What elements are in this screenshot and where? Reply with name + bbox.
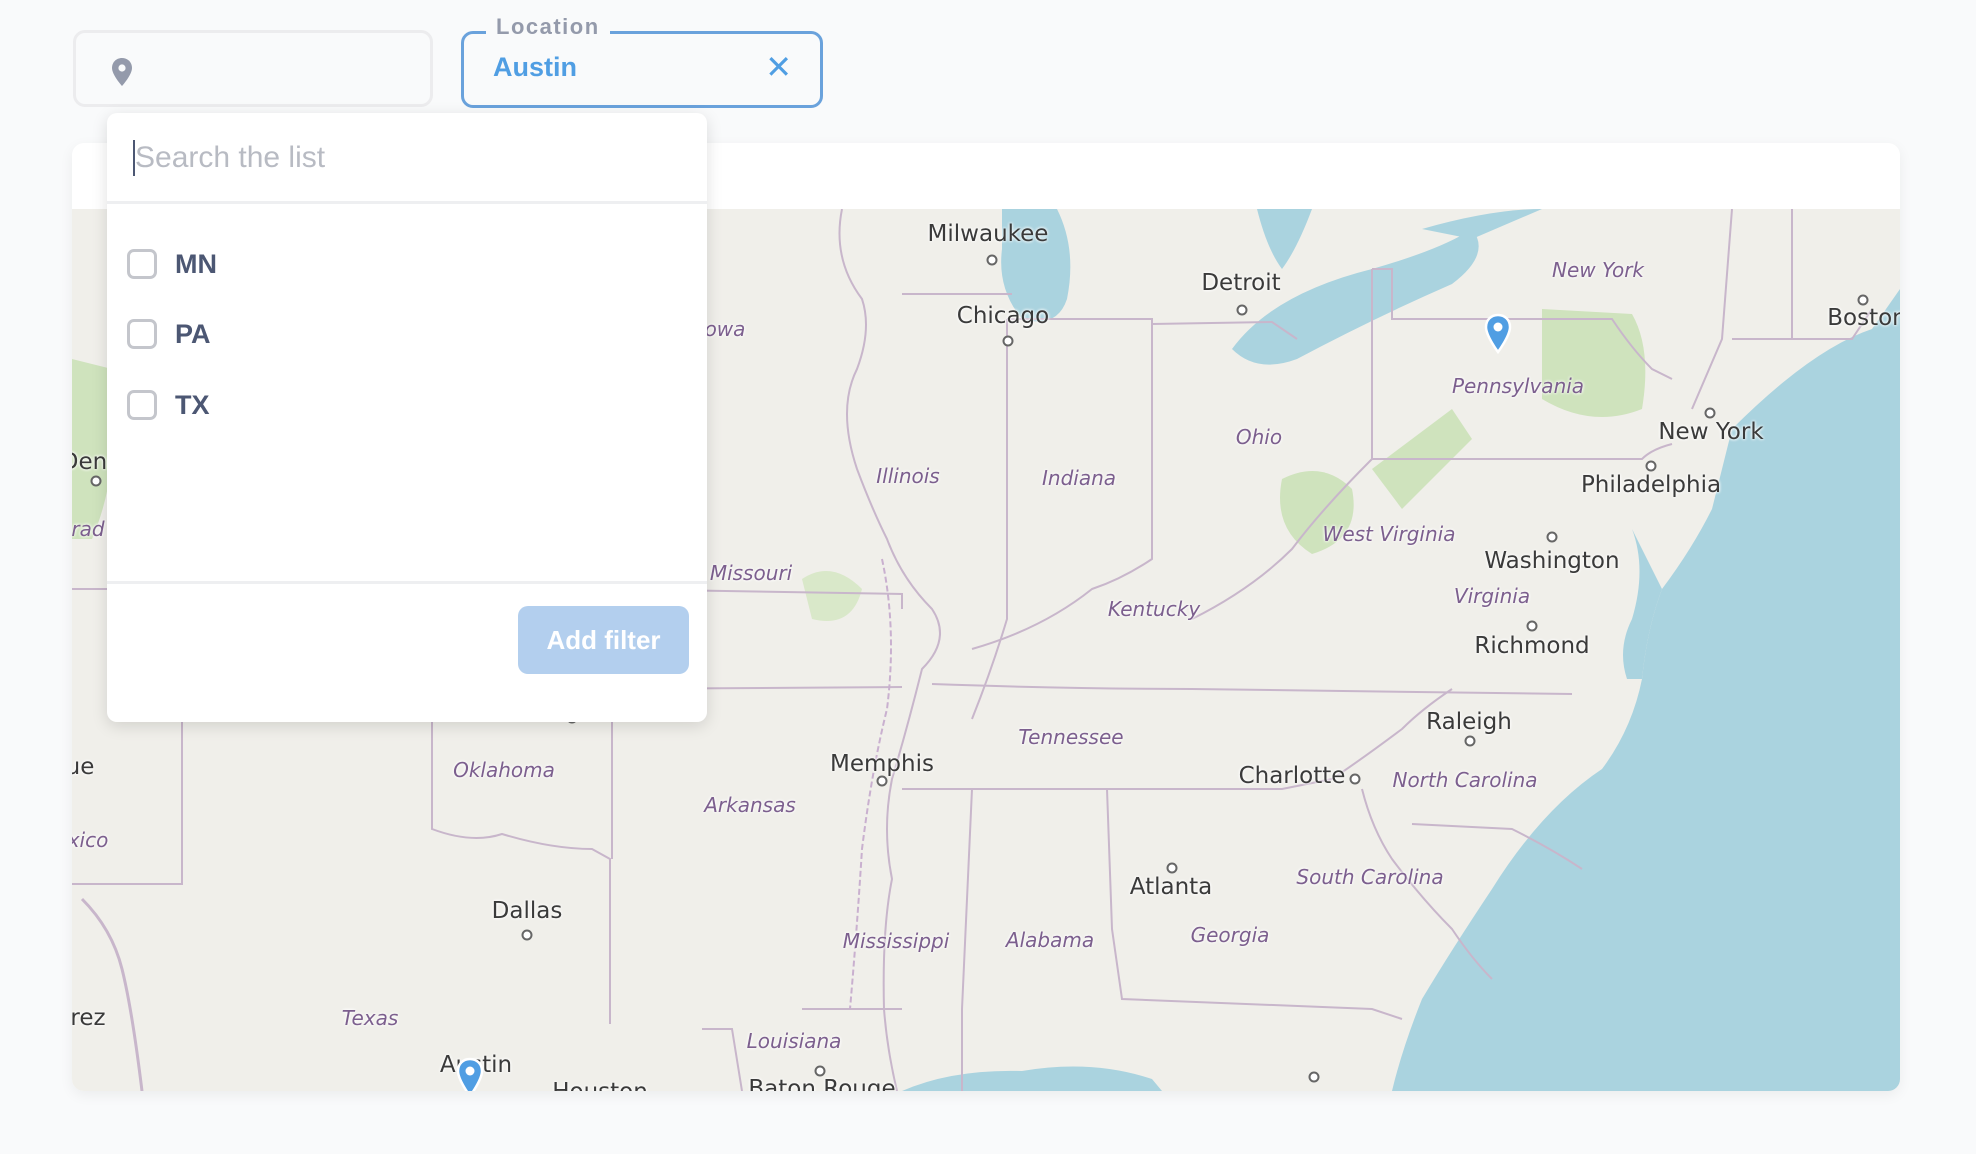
checkbox[interactable] [127,390,157,420]
map-label-state: Illinois [876,464,940,488]
option-label: PA [175,318,211,349]
map-label-state: South Carolina [1296,865,1444,889]
city-dot [1236,304,1248,316]
atlantic-ocean [1392,289,1900,1091]
city-dot [1704,407,1716,419]
search-input[interactable] [133,137,677,179]
map-label-city: Charlotte [1238,763,1346,789]
map-label-city: Baton Rouge [748,1076,896,1091]
location-filter-value: Austin [493,52,577,82]
city-dot [1546,531,1558,543]
map-label-state: Ohio [1235,425,1283,449]
gulf-of-mexico [902,1066,1162,1091]
map-label-state: Texas [341,1006,399,1030]
lake-huron [1257,209,1312,269]
checkbox[interactable] [127,249,157,279]
map-label-state: rad [72,517,105,541]
location-filter-popover: MN PA TX Add filter [107,113,707,722]
city-dot [876,775,888,787]
city-dot [986,254,998,266]
text-caret [133,140,135,176]
map-label-state: Indiana [1041,466,1117,490]
city-dot [1526,620,1538,632]
map-label-state: Mississippi [842,929,950,953]
map-label-city: Atlanta [1129,874,1213,900]
popover-footer: Add filter [107,581,707,722]
option-label: TX [175,389,210,420]
option-mn[interactable]: MN [127,239,217,289]
city-dot [1349,773,1361,785]
map-label-city: Raleigh [1426,709,1512,735]
map-label-city: rez [72,1005,106,1031]
close-icon[interactable]: ✕ [765,48,792,86]
forest-mo [802,571,862,621]
map-label-state: Georgia [1190,923,1270,947]
map-label-city: Philadelphia [1580,472,1722,498]
map-label-state: West Virginia [1322,522,1456,546]
map-label-state: Missouri [709,561,793,585]
option-label: MN [175,248,217,279]
map-label-state: Oklahoma [453,758,555,782]
map-label-city: New York [1658,419,1764,445]
list-search [107,113,707,204]
city-dot [521,929,533,941]
map-label-state: New York [1551,258,1645,282]
lake-ontario [1422,209,1542,239]
city-dot [90,475,102,487]
map-label-city: Houston [552,1079,648,1091]
location-filter-empty[interactable] [73,30,433,107]
map-label-state: North Carolina [1392,768,1538,792]
map-label-city: Washington [1484,548,1620,574]
map-label-state: xico [72,828,109,852]
location-filter-label: Location [486,14,610,40]
map-label-city: Chicago [956,303,1050,329]
map-label-city: Dallas [491,898,563,924]
map-label-state: Tennessee [1018,725,1124,749]
map-label-city: Detroit [1201,270,1281,296]
map-label-state: Virginia [1453,584,1531,608]
map-label-state: Alabama [1005,928,1095,952]
map-label-state: Arkansas [704,793,796,817]
city-dot [814,1065,826,1077]
city-dot [1464,735,1476,747]
location-pin-icon [112,58,132,86]
map-label-city: Milwaukee [927,221,1049,247]
city-dot [1645,460,1657,472]
map-label-state: Louisiana [746,1029,842,1053]
map-label-city: Memphis [830,751,934,777]
location-filter[interactable]: Location Austin ✕ [461,14,823,108]
map-label-state: Kentucky [1107,597,1201,621]
lake-erie [1232,229,1479,365]
city-dot [1857,294,1869,306]
map-label-city: Boston [1827,305,1900,331]
option-tx[interactable]: TX [127,380,210,430]
city-dot [1308,1071,1320,1083]
map-label-state: owa [704,317,746,341]
city-dot [1166,862,1178,874]
map-label-city: Den [72,449,108,475]
map-marker-pennsylvania[interactable] [1483,313,1513,355]
map-marker-austin[interactable] [455,1057,485,1091]
forest-pa [1542,309,1646,417]
city-dot [1002,335,1014,347]
add-filter-button[interactable]: Add filter [518,606,689,674]
map-label-city: Richmond [1474,633,1590,659]
option-pa[interactable]: PA [127,309,211,359]
map-label-city: ue [72,754,95,780]
checkbox[interactable] [127,319,157,349]
map-label-state: Pennsylvania [1451,374,1585,398]
